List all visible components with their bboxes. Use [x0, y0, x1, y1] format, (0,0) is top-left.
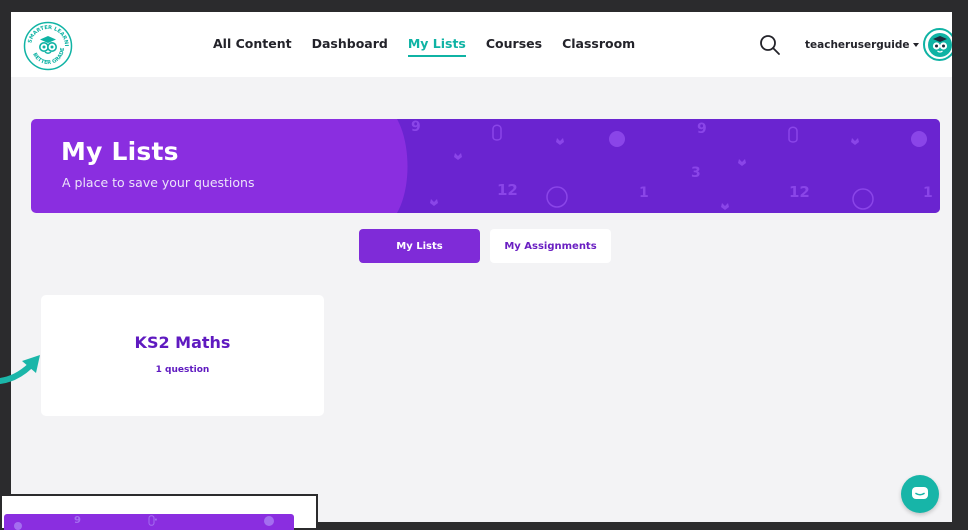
chevron-down-icon	[913, 42, 920, 47]
overlay-thumbnail: 9 ·	[0, 494, 318, 530]
username-label: teacheruserguide	[805, 38, 910, 51]
svg-text:9: 9	[411, 119, 421, 135]
svg-text:9: 9	[74, 515, 81, 526]
user-menu[interactable]: teacheruserguide	[805, 28, 952, 61]
nav-link-classroom[interactable]: Classroom	[562, 36, 635, 57]
main-nav: All Content Dashboard My Lists Courses C…	[213, 36, 655, 57]
owl-avatar-icon	[923, 28, 952, 61]
page-title: My Lists	[61, 137, 179, 166]
svg-text:12: 12	[789, 183, 810, 201]
list-card-question-count: 1 question	[155, 365, 210, 375]
tab-my-assignments[interactable]: My Assignments	[490, 229, 611, 263]
svg-text:9: 9	[697, 121, 707, 137]
hero-pattern-decoration: 9 9 3 12 1 12 1	[397, 119, 940, 213]
tab-my-lists[interactable]: My Lists	[359, 229, 480, 263]
thumbnail-banner: 9 ·	[4, 514, 294, 530]
svg-text:1: 1	[639, 185, 649, 201]
browser-window: SMARTER LEARNING BETTER GRADES All Conte…	[11, 12, 952, 522]
arrow-pointer-icon	[0, 355, 40, 384]
list-card[interactable]: KS2 Maths 1 question	[41, 295, 324, 416]
svg-text:·: ·	[154, 515, 158, 526]
nav-link-my-lists[interactable]: My Lists	[407, 36, 466, 57]
svg-text:3: 3	[691, 165, 701, 181]
page-subtitle: A place to save your questions	[62, 175, 255, 190]
top-navbar: SMARTER LEARNING BETTER GRADES All Conte…	[11, 12, 952, 77]
search-icon[interactable]	[759, 34, 781, 56]
hero-banner: 9 9 3 12 1 12 1 My Lists A place to save…	[31, 119, 940, 213]
list-card-title: KS2 Maths	[134, 333, 231, 352]
nav-link-courses[interactable]: Courses	[486, 36, 542, 57]
chat-icon	[912, 487, 928, 499]
nav-link-dashboard[interactable]: Dashboard	[312, 36, 388, 57]
chat-button[interactable]	[901, 475, 939, 513]
svg-text:1: 1	[923, 185, 933, 201]
nav-link-all-content[interactable]: All Content	[213, 36, 292, 57]
svg-text:12: 12	[497, 181, 518, 199]
logo-icon[interactable]: SMARTER LEARNING BETTER GRADES	[23, 21, 73, 71]
